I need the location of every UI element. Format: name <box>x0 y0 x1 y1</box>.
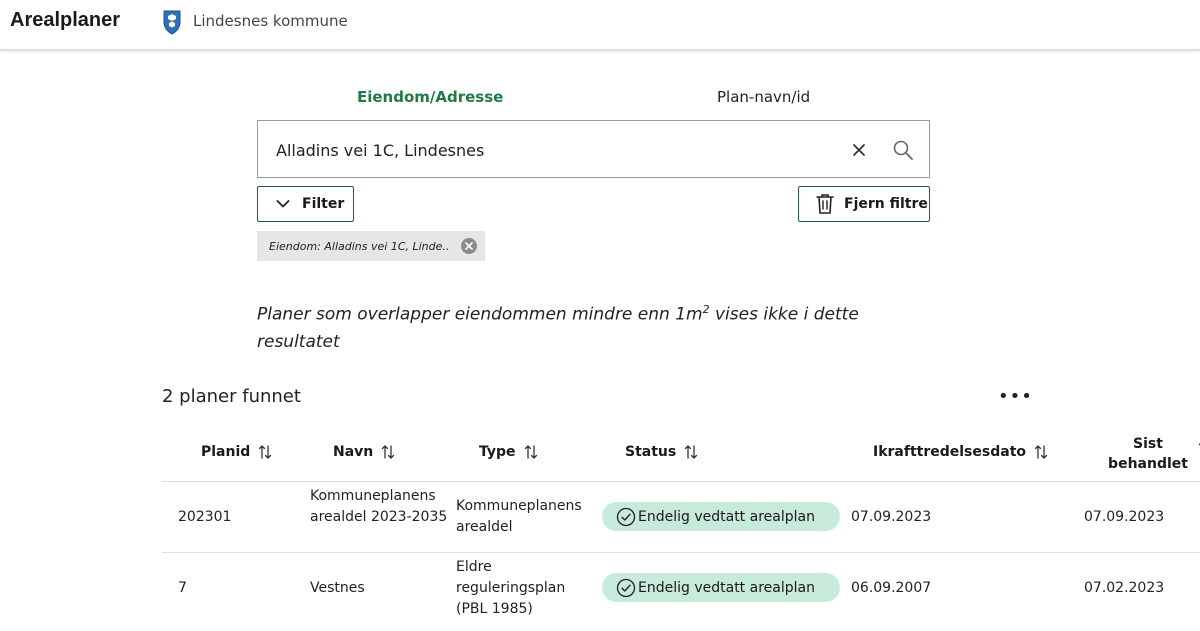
column-header-label: Type <box>479 444 516 460</box>
top-bar: Arealplaner Lindesnes kommune <box>0 0 1200 50</box>
status-label: Endelig vedtatt arealplan <box>638 579 815 596</box>
cell-navn: Kommuneplanens arealdel 2023-2035 <box>310 488 448 525</box>
kommune-name: Lindesnes kommune <box>193 12 348 30</box>
column-header-navn[interactable]: Navn <box>333 444 395 460</box>
row-divider <box>162 481 1200 482</box>
column-header-label: Ikrafttredelsesdato <box>873 444 1027 460</box>
filter-button-label: Filter <box>302 196 345 212</box>
column-header-label: Planid <box>201 444 251 460</box>
overlap-notice: Planer som overlapper eiendommen mindre … <box>257 296 897 356</box>
column-header-sist-behandlet[interactable]: Sist behandlet <box>1100 434 1200 474</box>
active-filter-label: Eiendom: Alladins vei 1C, Linde.. <box>269 239 450 253</box>
search-icon[interactable] <box>892 139 914 161</box>
sort-icon <box>259 445 272 459</box>
cell-planid: 202301 <box>178 509 232 525</box>
column-header-status[interactable]: Status <box>625 444 698 460</box>
more-options-icon[interactable]: ••• <box>998 386 1033 407</box>
cell-navn: Vestnes <box>310 580 365 596</box>
active-filter-chip: Eiendom: Alladins vei 1C, Linde.. <box>257 231 485 261</box>
status-badge: Endelig vedtatt arealplan <box>602 502 840 531</box>
tab-eiendom-adresse[interactable]: Eiendom/Adresse <box>357 88 503 106</box>
close-icon[interactable] <box>850 141 868 159</box>
search-input[interactable] <box>276 138 836 162</box>
check-circle-icon <box>616 578 636 597</box>
filter-button[interactable]: Filter <box>257 186 354 222</box>
kommune-crest-icon <box>163 10 181 35</box>
sort-icon <box>524 445 537 459</box>
column-header-label: Sist behandlet <box>1108 436 1188 472</box>
cell-type: Eldre reguleringsplan (PBL 1985) <box>456 559 566 617</box>
cell-ikrafttredelsesdato: 06.09.2007 <box>851 580 932 596</box>
app-title[interactable]: Arealplaner <box>10 9 120 32</box>
cell-type: Kommuneplanens arealdel <box>456 498 582 535</box>
column-header-planid[interactable]: Planid <box>201 444 272 460</box>
result-count: 2 planer funnet <box>162 386 301 407</box>
chevron-down-icon <box>276 200 290 208</box>
clear-filters-button[interactable]: Fjern filtre <box>798 186 930 222</box>
sort-icon <box>382 445 395 459</box>
row-divider <box>162 552 1200 553</box>
cell-planid: 7 <box>178 580 187 596</box>
tab-plan-navn-id[interactable]: Plan-navn/id <box>717 88 810 106</box>
search-box <box>257 120 930 178</box>
check-circle-icon <box>616 507 636 526</box>
notice-superscript: 2 <box>702 303 710 316</box>
cell-sist-behandlet: 07.09.2023 <box>1084 509 1165 525</box>
column-header-ikrafttredelsesdato[interactable]: Ikrafttredelsesdato <box>873 444 1048 460</box>
cell-sist-behandlet: 07.02.2023 <box>1084 580 1165 596</box>
column-header-type[interactable]: Type <box>479 444 538 460</box>
status-label: Endelig vedtatt arealplan <box>638 508 815 525</box>
status-badge: Endelig vedtatt arealplan <box>602 573 840 602</box>
clear-filters-label: Fjern filtre <box>844 196 928 212</box>
sort-icon <box>1034 445 1048 459</box>
column-header-label: Navn <box>333 444 374 460</box>
column-header-label: Status <box>625 444 677 460</box>
sort-icon <box>685 445 698 459</box>
trash-icon <box>816 194 834 214</box>
cell-ikrafttredelsesdato: 07.09.2023 <box>851 509 932 525</box>
remove-filter-icon[interactable] <box>460 237 478 255</box>
notice-text-before: Planer som overlapper eiendommen mindre … <box>257 304 703 325</box>
